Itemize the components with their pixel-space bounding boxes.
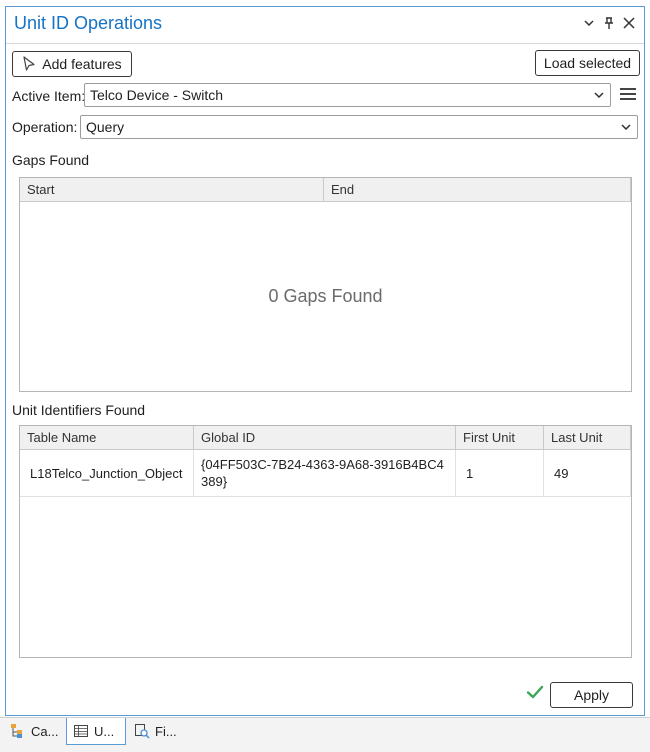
gaps-grid-header: Start End [20,178,631,202]
operation-value: Query [86,119,125,135]
pane-title: Unit ID Operations [14,13,163,33]
pin-icon[interactable] [602,15,616,31]
unit-identifiers-found-label: Unit Identifiers Found [12,402,146,418]
title-divider [6,43,644,44]
active-item-label: Active Item: [12,88,86,104]
find-icon [134,723,150,739]
active-item-value: Telco Device - Switch [90,87,224,103]
tab-unit-id-label: U... [94,723,115,739]
cell-last-unit: 49 [544,450,631,496]
gaps-found-label: Gaps Found [12,152,90,168]
table-row[interactable]: L18Telco_Junction_Object {04FF503C-7B24-… [20,450,631,497]
column-header-end[interactable]: End [324,178,631,201]
column-header-start[interactable]: Start [20,178,324,201]
tab-unit-id-operations[interactable]: U... [66,718,126,745]
column-header-first-unit[interactable]: First Unit [456,426,544,449]
cell-table-name: L18Telco_Junction_Object [20,450,194,496]
load-selected-button[interactable]: Load selected [535,50,640,76]
unit-identifiers-grid: Table Name Global ID First Unit Last Uni… [19,425,632,658]
dock-tab-bar: Ca... U... Fi... [0,717,650,752]
options-dropdown-icon[interactable] [582,15,596,31]
tab-catalog-label: Ca... [31,723,59,739]
gaps-grid: Start End 0 Gaps Found [19,177,632,392]
close-icon[interactable] [622,15,636,31]
operation-label: Operation: [12,119,78,135]
add-features-button[interactable]: Add features [12,51,132,77]
chevron-down-icon [593,89,605,101]
hamburger-menu-icon[interactable] [620,88,636,102]
unit-id-operations-pane: Unit ID Operations Add features Load sel… [5,6,645,716]
units-grid-header: Table Name Global ID First Unit Last Uni… [20,426,631,450]
column-header-global-id[interactable]: Global ID [194,426,456,449]
title-controls [582,15,636,31]
add-features-label: Add features [42,56,122,72]
operation-select[interactable]: Query [80,115,638,139]
check-icon [526,683,544,701]
cell-global-id: {04FF503C-7B24-4363-9A68-3916B4BC4389} [194,450,456,496]
column-header-table-name[interactable]: Table Name [20,426,194,449]
tab-catalog[interactable]: Ca... [4,718,66,744]
catalog-icon [10,723,26,739]
cursor-arrow-icon [22,56,36,72]
apply-button[interactable]: Apply [550,682,633,708]
table-icon [73,723,89,739]
gaps-empty-message: 0 Gaps Found [268,286,383,306]
tab-find-label: Fi... [155,723,177,739]
column-header-last-unit[interactable]: Last Unit [544,426,631,449]
chevron-down-icon [620,121,632,133]
cell-first-unit: 1 [456,450,544,496]
active-item-select[interactable]: Telco Device - Switch [84,83,611,107]
tab-find[interactable]: Fi... [128,718,188,744]
